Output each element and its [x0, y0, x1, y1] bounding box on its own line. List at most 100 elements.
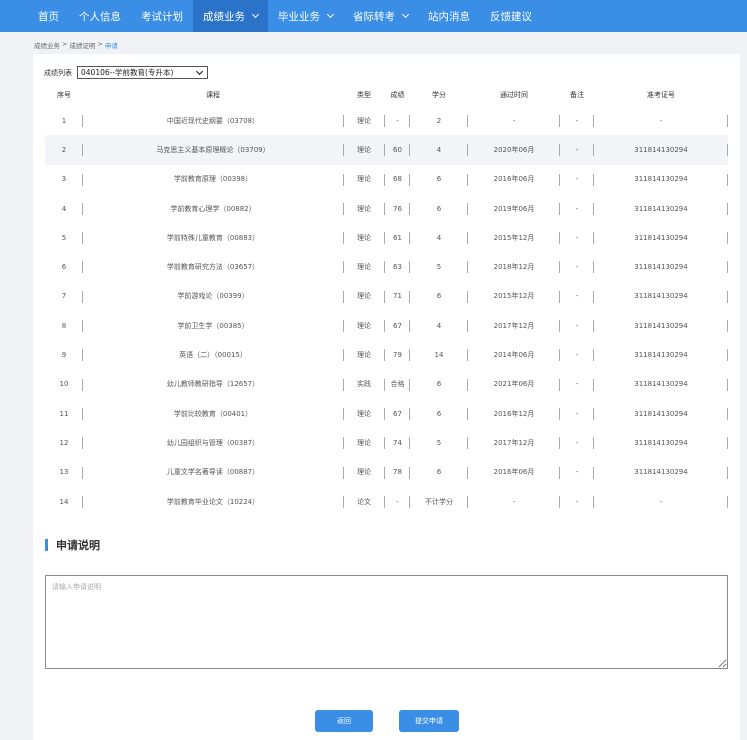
score-list-filter: 成绩列表 040106--学前教育(专升本) — [44, 66, 208, 79]
cell-type: 论文 — [343, 487, 385, 516]
chevron-down-icon — [251, 10, 260, 19]
cell-note: - — [560, 252, 594, 281]
cell-note: - — [560, 194, 594, 223]
nav-exam-plan-label: 考试计划 — [141, 10, 183, 23]
cell-course: 学前游戏论（00399） — [177, 292, 249, 301]
cell-no: 8 — [45, 311, 83, 340]
nav-messages-label: 站内消息 — [428, 10, 470, 23]
cell-date: 2017年12月 — [468, 428, 560, 457]
score-list-select[interactable]: 040106--学前教育(专升本) — [77, 66, 208, 79]
table-header: 序号 课程 类型 成绩 学分 通过时间 备注 准考证号 — [45, 84, 728, 106]
back-button[interactable]: 返回 — [315, 710, 373, 732]
cell-type: 理论 — [343, 252, 385, 281]
breadcrumb-score-business[interactable]: 成绩业务 — [34, 40, 60, 50]
cell-ticket: 311814130294 — [594, 252, 728, 281]
cell-score: 67 — [385, 399, 410, 428]
cell-ticket: 311814130294 — [594, 340, 728, 369]
cell-credit: 不计学分 — [410, 487, 468, 516]
cell-date: 2015年12月 — [468, 282, 560, 311]
cell-credit: 4 — [410, 223, 468, 252]
cell-course: 中国近现代史纲要（03708） — [166, 116, 260, 125]
table-row: 12 幼儿园组织与管理（00387） 理论 74 5 2017年12月 -311814130… — [45, 428, 728, 457]
breadcrumb-score-certificate[interactable]: 成绩证明 — [69, 40, 95, 50]
cell-ticket: 311814130294 — [594, 311, 728, 340]
cell-score: 76 — [385, 194, 410, 223]
cell-score: 67 — [385, 311, 410, 340]
nav-home-label: 首页 — [38, 10, 59, 23]
nav-graduation[interactable]: 毕业业务 — [268, 0, 343, 32]
cell-date: 2015年12月 — [468, 223, 560, 252]
nav-home[interactable]: 首页 — [28, 0, 69, 32]
nav-messages[interactable]: 站内消息 — [418, 0, 480, 32]
nav-transfer-label: 省际转考 — [353, 10, 395, 23]
chevron-down-icon — [401, 10, 410, 19]
application-textarea[interactable] — [45, 575, 728, 669]
cell-type: 理论 — [343, 135, 385, 164]
cell-type: 理论 — [343, 165, 385, 194]
nav-transfer[interactable]: 省际转考 — [343, 0, 418, 32]
nav-score-business[interactable]: 成绩业务 — [193, 0, 268, 32]
breadcrumb: 成绩业务 > 成绩证明 > 申请 — [34, 40, 118, 50]
chevron-down-icon — [195, 67, 204, 75]
cell-ticket: 311814130294 — [594, 194, 728, 223]
cell-note: - — [560, 487, 594, 516]
header-credit: 学分 — [432, 91, 446, 99]
cell-no: 12 — [45, 428, 83, 457]
cell-note: - — [560, 458, 594, 487]
table-row: 5 学前特殊儿童教育（00883） 理论 61 4 2015年12月 -3118141302… — [45, 223, 728, 252]
cell-date: 2018年12月 — [468, 252, 560, 281]
cell-date: 2020年06月 — [468, 135, 560, 164]
cell-credit: 5 — [410, 428, 468, 457]
cell-type: 理论 — [343, 194, 385, 223]
cell-score: 78 — [385, 458, 410, 487]
cell-date: - — [468, 487, 560, 516]
cell-score: 61 — [385, 223, 410, 252]
nav-graduation-label: 毕业业务 — [278, 10, 320, 23]
cell-score: 71 — [385, 282, 410, 311]
header-note: 备注 — [570, 91, 584, 99]
cell-ticket: 311814130294 — [594, 165, 728, 194]
application-title: 申请说明 — [56, 539, 100, 552]
cell-ticket: - — [594, 487, 728, 516]
cell-note: - — [560, 106, 594, 135]
cell-ticket: - — [594, 106, 728, 135]
filter-label: 成绩列表 — [44, 68, 72, 77]
cell-note: - — [560, 135, 594, 164]
table-row: 3 学前教育原理（00398） 理论 68 6 2016年06月 -311814130294 — [45, 165, 728, 194]
table-row: 11 学前比较教育（00401） 理论 67 6 2016年12月 -31181413029… — [45, 399, 728, 428]
table-row: 1 中国近现代史纲要（03708） 理论 -2- - - — [45, 106, 728, 135]
nav-feedback[interactable]: 反馈建议 — [480, 0, 542, 32]
cell-score: 合格 — [385, 370, 410, 399]
breadcrumb-current: 申请 — [104, 42, 118, 50]
submit-application-button[interactable]: 提交申请 — [399, 710, 459, 732]
breadcrumb-separator: > — [62, 40, 68, 48]
cell-no: 9 — [45, 340, 83, 369]
cell-course: 学前卫生学（00385） — [177, 321, 249, 330]
cell-note: - — [560, 165, 594, 194]
cell-no: 3 — [45, 165, 83, 194]
cell-score: 79 — [385, 340, 410, 369]
cell-type: 理论 — [343, 311, 385, 340]
cell-no: 2 — [45, 135, 83, 164]
cell-credit: 6 — [410, 399, 468, 428]
cell-course: 幼儿园组织与管理（00387） — [166, 438, 260, 447]
cell-course: 学前特殊儿童教育（00883） — [166, 233, 260, 242]
nav-exam-plan[interactable]: 考试计划 — [131, 0, 193, 32]
cell-note: - — [560, 311, 594, 340]
table-row: 14 学前教育毕业论文（10224） 论文 - 不计学分 - - - — [45, 487, 728, 516]
header-date: 通过时间 — [500, 91, 528, 99]
cell-no: 6 — [45, 252, 83, 281]
cell-no: 10 — [45, 370, 83, 399]
cell-note: - — [560, 340, 594, 369]
table-row: 8 学前卫生学（00385） 理论 67 4 2017年12月 -311814130294 — [45, 311, 728, 340]
nav-personal-info[interactable]: 个人信息 — [69, 0, 131, 32]
chevron-down-icon — [326, 10, 335, 19]
cell-note: - — [560, 223, 594, 252]
cell-no: 1 — [45, 106, 83, 135]
cell-date: 2021年06月 — [468, 370, 560, 399]
table-row: 13 儿童文学名著导读（00887） 理论 78 6 2016年06月 -311814130… — [45, 458, 728, 487]
cell-note: - — [560, 399, 594, 428]
cell-score: 68 — [385, 165, 410, 194]
cell-credit: 6 — [410, 282, 468, 311]
cell-no: 13 — [45, 458, 83, 487]
